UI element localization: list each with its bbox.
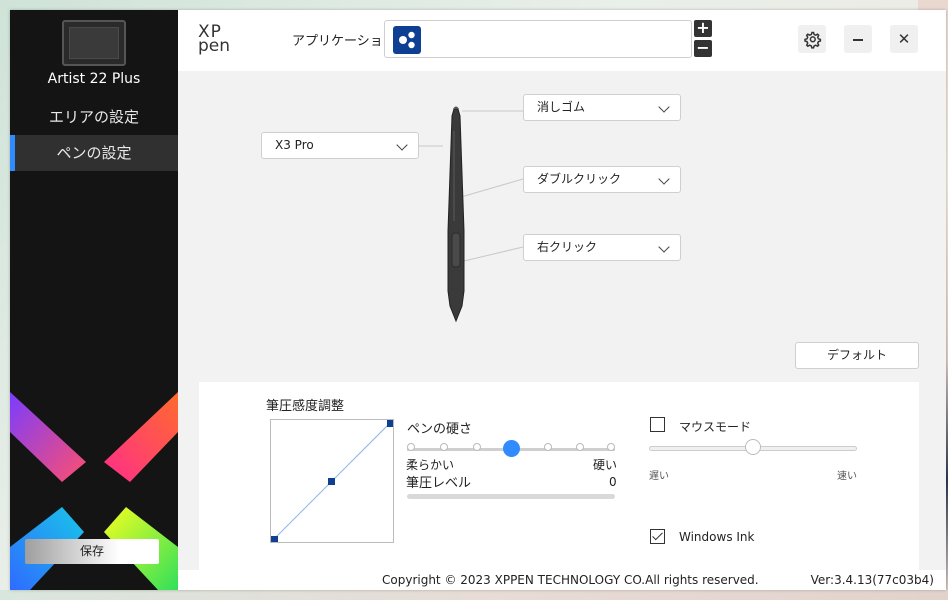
- gear-icon: [804, 31, 822, 49]
- sidebar-item-pen-settings[interactable]: ペンの設定: [10, 135, 178, 171]
- upper-button-value: ダブルクリック: [537, 172, 622, 186]
- pen-model-value: X3 Pro: [275, 138, 314, 152]
- hardness-tick: [473, 443, 481, 451]
- eraser-function-select[interactable]: 消しゴム: [523, 94, 681, 121]
- pen-settings-content: X3 Pro 消しゴム ダブルクリック 右クリック デフォルト 筆圧感度調整 ペ…: [178, 71, 946, 570]
- windows-ink-checkbox[interactable]: [650, 529, 665, 544]
- upper-button-select[interactable]: ダブルクリック: [523, 166, 681, 193]
- application-list[interactable]: [384, 20, 692, 58]
- hard-label: 硬い: [593, 458, 618, 472]
- footer: Copyright © 2023 XPPEN TECHNOLOGY CO.All…: [178, 570, 946, 590]
- sidebar-item-label: ペンの設定: [56, 144, 132, 162]
- pressure-curve-editor[interactable]: [270, 419, 394, 543]
- hardness-tick: [407, 443, 415, 451]
- pressure-panel: 筆圧感度調整 ペンの硬さ 柔らかい 硬い 筆圧レベル 0 マウスモード 遅い 速…: [199, 382, 919, 570]
- hardness-slider-thumb[interactable]: [503, 440, 520, 457]
- lower-button-value: 右クリック: [537, 240, 598, 254]
- close-button[interactable]: ✕: [890, 25, 918, 53]
- all-apps-icon[interactable]: [393, 26, 421, 54]
- app-window: Artist 22 Plus エリアの設定 ペンの設定 保存 XP pen アプ…: [10, 10, 946, 590]
- curve-point-mid[interactable]: [328, 478, 335, 485]
- pressure-level-value: 0: [609, 475, 617, 489]
- soft-label: 柔らかい: [406, 458, 455, 472]
- save-button[interactable]: 保存: [25, 539, 159, 564]
- hardness-tick: [607, 443, 615, 451]
- chevron-down-icon: [658, 101, 670, 113]
- copyright-text: Copyright © 2023 XPPEN TECHNOLOGY CO.All…: [382, 573, 759, 587]
- settings-button[interactable]: [798, 25, 826, 53]
- curve-point-start[interactable]: [271, 536, 278, 543]
- desktop-background-bottom: [0, 590, 948, 600]
- hardness-label: ペンの硬さ: [407, 422, 473, 437]
- chevron-down-icon: [396, 139, 408, 151]
- minimize-icon: [853, 39, 863, 41]
- default-button[interactable]: デフォルト: [795, 342, 919, 369]
- sidebar: Artist 22 Plus エリアの設定 ペンの設定 保存: [10, 10, 178, 590]
- pen-model-select[interactable]: X3 Pro: [261, 132, 419, 159]
- fast-label: 速い: [837, 471, 857, 482]
- hardness-tick: [576, 443, 584, 451]
- close-icon: ✕: [897, 30, 911, 48]
- mouse-mode-checkbox[interactable]: [650, 417, 665, 432]
- curve-point-end[interactable]: [387, 420, 394, 427]
- remove-application-button[interactable]: −: [694, 40, 712, 57]
- add-application-button[interactable]: +: [694, 20, 712, 37]
- sidebar-item-area-settings[interactable]: エリアの設定: [10, 99, 178, 135]
- mouse-mode-label: マウスモード: [679, 420, 752, 434]
- pressure-title: 筆圧感度調整: [266, 399, 345, 414]
- pen-shape: [447, 106, 465, 323]
- hardness-tick: [544, 443, 552, 451]
- minimize-button[interactable]: [844, 25, 872, 53]
- device-name: Artist 22 Plus: [47, 71, 141, 87]
- active-indicator: [10, 135, 15, 171]
- version-text: Ver:3.4.13(77c03b4): [810, 573, 934, 587]
- mouse-speed-slider-thumb[interactable]: [745, 439, 761, 455]
- tablet-icon: [62, 20, 126, 66]
- chevron-down-icon: [658, 241, 670, 253]
- pressure-level-bar: [407, 494, 615, 499]
- xppen-logo: XP pen: [198, 22, 236, 58]
- eraser-function-value: 消しゴム: [537, 100, 586, 114]
- windows-ink-label: Windows Ink: [679, 530, 755, 544]
- lower-button-select[interactable]: 右クリック: [523, 234, 681, 261]
- logo-text-bottom: pen: [198, 36, 231, 56]
- slow-label: 遅い: [649, 471, 669, 482]
- pressure-level-label: 筆圧レベル: [406, 476, 472, 491]
- header: XP pen アプリケーション: + − ✕: [178, 10, 946, 71]
- hardness-tick: [440, 443, 448, 451]
- chevron-down-icon: [658, 173, 670, 185]
